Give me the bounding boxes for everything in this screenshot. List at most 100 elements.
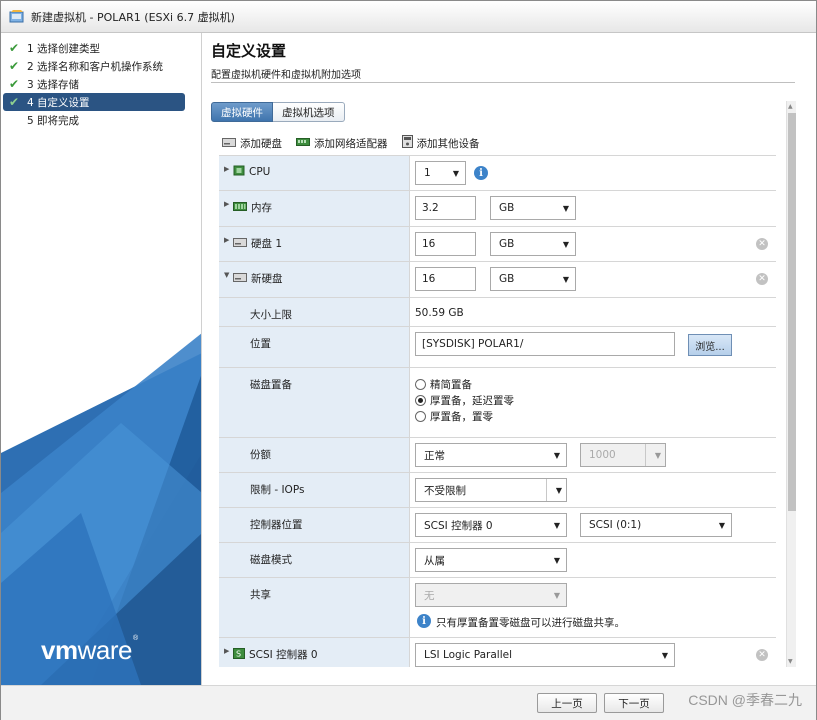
main-content: 自定义设置 配置虚拟机硬件和虚拟机附加选项 虚拟硬件 虚拟机选项 添加硬盘 添加… xyxy=(202,33,816,685)
new-disk-location-row: 位置 [SYSDISK] POLAR1/ 浏览... xyxy=(219,327,776,368)
chevron-down-icon: ▼ xyxy=(661,651,668,660)
network-card-icon xyxy=(296,137,310,150)
remove-device-icon[interactable]: ✕ xyxy=(756,238,768,250)
hard-disk-icon xyxy=(233,237,247,250)
hard-disk-1-size-input[interactable]: 16 xyxy=(415,232,476,256)
expand-caret-icon[interactable]: ▶ xyxy=(224,236,229,244)
wizard-steps: ✔ 1 选择创建类型 ✔ 2 选择名称和客户机操作系统 ✔ 3 选择存储 ✔ 4… xyxy=(1,33,201,129)
scsi-controller-label: SCSI 控制器 0 xyxy=(249,649,318,661)
new-disk-unit-select[interactable]: GB ▼ xyxy=(490,267,576,291)
next-button[interactable]: 下一页 xyxy=(604,693,664,713)
info-icon[interactable]: i xyxy=(474,166,488,180)
new-vm-wizard-window: 新建虚拟机 - POLAR1 (ESXi 6.7 虚拟机) ✔ 1 选择创建类型… xyxy=(0,0,817,720)
shares-select[interactable]: 正常 ▼ xyxy=(415,443,567,467)
disk-mode-label: 磁盘模式 xyxy=(219,543,410,577)
expand-caret-icon[interactable]: ▶ xyxy=(224,200,229,208)
hardware-row-new-disk: ▼ 新硬盘 16 GB ▼ ✕ xyxy=(219,262,776,298)
hardware-value-cell: 16 GB ▼ ✕ xyxy=(410,227,776,261)
chevron-down-icon: ▼ xyxy=(718,521,725,530)
expand-caret-icon[interactable]: ▶ xyxy=(224,647,229,655)
scsi-controller-icon: S xyxy=(233,647,245,662)
hardware-value-cell: 16 GB ▼ ✕ xyxy=(410,262,776,297)
hardware-value-cell: [SYSDISK] POLAR1/ 浏览... xyxy=(410,327,776,367)
new-disk-sharing-row: 共享 无 ▼ i 只有厚置备置零磁盘可以进行磁盘共享。 xyxy=(219,578,776,638)
vertical-scrollbar[interactable]: ▲ ▼ xyxy=(786,101,796,667)
controller-select[interactable]: SCSI 控制器 0 ▼ xyxy=(415,513,567,537)
cpu-count-select[interactable]: 1 ▼ xyxy=(415,161,466,185)
step-label: 3 选择存储 xyxy=(27,78,80,91)
shares-number-field: 1000 ▼ xyxy=(580,443,666,467)
info-icon: i xyxy=(417,614,431,628)
scsi-type-select[interactable]: LSI Logic Parallel ▼ xyxy=(415,643,675,667)
browse-button[interactable]: 浏览... xyxy=(688,334,732,356)
hardware-list: ▶ CPU 1 ▼ i ▶ 内存 3.2 GB ▼ ▶ 硬盘 1 16 GB ▼… xyxy=(219,155,776,667)
hardware-value-cell: SCSI 控制器 0 ▼ SCSI (0:1) ▼ xyxy=(410,508,776,542)
step-label: 5 即将完成 xyxy=(27,114,80,127)
chevron-down-icon: ▼ xyxy=(562,275,569,284)
new-disk-limit-iops-row: 限制 - IOPs 不受限制 ▼ xyxy=(219,473,776,508)
hardware-label-cell: ▼ 新硬盘 xyxy=(219,262,410,297)
check-icon: ✔ xyxy=(9,41,20,55)
memory-label: 内存 xyxy=(251,202,272,214)
provision-thick-lazy-radio[interactable]: 厚置备，延迟置零 xyxy=(415,393,514,408)
limit-iops-label: 限制 - IOPs xyxy=(219,473,410,507)
scroll-down-icon[interactable]: ▼ xyxy=(788,658,793,665)
add-hard-disk-label: 添加硬盘 xyxy=(240,137,282,150)
tab-virtual-hardware[interactable]: 虚拟硬件 xyxy=(211,102,273,122)
add-network-adapter-button[interactable]: 添加网络适配器 xyxy=(296,135,388,151)
step-select-name-os[interactable]: ✔ 2 选择名称和客户机操作系统 xyxy=(1,57,185,75)
radio-button-selected[interactable] xyxy=(415,395,426,406)
back-button[interactable]: 上一页 xyxy=(537,693,597,713)
step-select-creation-type[interactable]: ✔ 1 选择创建类型 xyxy=(1,39,185,57)
step-label: 2 选择名称和客户机操作系统 xyxy=(27,60,164,73)
memory-unit-select[interactable]: GB ▼ xyxy=(490,196,576,220)
vm-app-icon xyxy=(9,9,25,24)
hardware-label-cell: ▶ 内存 xyxy=(219,191,410,226)
max-size-label: 大小上限 xyxy=(219,298,410,326)
new-disk-mode-row: 磁盘模式 从属 ▼ xyxy=(219,543,776,578)
memory-icon xyxy=(233,201,247,214)
collapse-caret-icon[interactable]: ▼ xyxy=(224,271,229,279)
step-label: 4 自定义设置 xyxy=(27,96,90,109)
hardware-row-cpu: ▶ CPU 1 ▼ i xyxy=(219,156,776,191)
chevron-down-icon: ▼ xyxy=(555,486,562,495)
controller-slot-select[interactable]: SCSI (0:1) ▼ xyxy=(580,513,732,537)
hard-disk-icon xyxy=(222,137,236,150)
new-disk-max-size-row: 大小上限 50.59 GB xyxy=(219,298,776,327)
chevron-down-icon: ▼ xyxy=(562,240,569,249)
chevron-down-icon: ▼ xyxy=(553,521,560,530)
hardware-value-cell: 1 ▼ i xyxy=(410,156,776,190)
check-icon: ✔ xyxy=(9,59,20,73)
hardware-value-cell: 不受限制 ▼ xyxy=(410,473,776,507)
radio-button[interactable] xyxy=(415,411,426,422)
sharing-label: 共享 xyxy=(219,578,410,637)
hardware-toolbar: 添加硬盘 添加网络适配器 添加其他设备 xyxy=(222,135,480,151)
new-disk-provisioning-row: 磁盘置备 精简置备 厚置备，延迟置零 厚置备，置零 xyxy=(219,368,776,438)
chevron-down-icon: ▼ xyxy=(562,204,569,213)
step-ready-to-complete[interactable]: ✔ 5 即将完成 xyxy=(1,111,185,129)
remove-device-icon[interactable]: ✕ xyxy=(756,649,768,661)
cpu-label: CPU xyxy=(249,166,271,178)
step-customize-settings[interactable]: ✔ 4 自定义设置 xyxy=(3,93,185,111)
hardware-row-memory: ▶ 内存 3.2 GB ▼ xyxy=(219,191,776,227)
add-hard-disk-button[interactable]: 添加硬盘 xyxy=(222,135,282,151)
provision-thin-radio[interactable]: 精简置备 xyxy=(415,377,472,392)
divider xyxy=(211,82,795,83)
scrollbar-thumb[interactable] xyxy=(788,113,796,511)
add-other-device-button[interactable]: 添加其他设备 xyxy=(401,135,480,151)
tab-vm-options[interactable]: 虚拟机选项 xyxy=(273,102,345,122)
new-disk-size-input[interactable]: 16 xyxy=(415,267,476,291)
scroll-up-icon[interactable]: ▲ xyxy=(788,103,793,110)
step-select-storage[interactable]: ✔ 3 选择存储 xyxy=(1,75,185,93)
limit-iops-select[interactable]: 不受限制 ▼ xyxy=(415,478,567,502)
hardware-label-cell: ▶ CPU xyxy=(219,156,410,190)
location-input[interactable]: [SYSDISK] POLAR1/ xyxy=(415,332,675,356)
hard-disk-1-unit-select[interactable]: GB ▼ xyxy=(490,232,576,256)
expand-caret-icon[interactable]: ▶ xyxy=(224,165,229,173)
radio-button[interactable] xyxy=(415,379,426,390)
hardware-label-cell: ▶ 硬盘 1 xyxy=(219,227,410,261)
remove-device-icon[interactable]: ✕ xyxy=(756,273,768,285)
disk-mode-select[interactable]: 从属 ▼ xyxy=(415,548,567,572)
provision-thick-eager-radio[interactable]: 厚置备，置零 xyxy=(415,409,493,424)
memory-size-input[interactable]: 3.2 xyxy=(415,196,476,220)
